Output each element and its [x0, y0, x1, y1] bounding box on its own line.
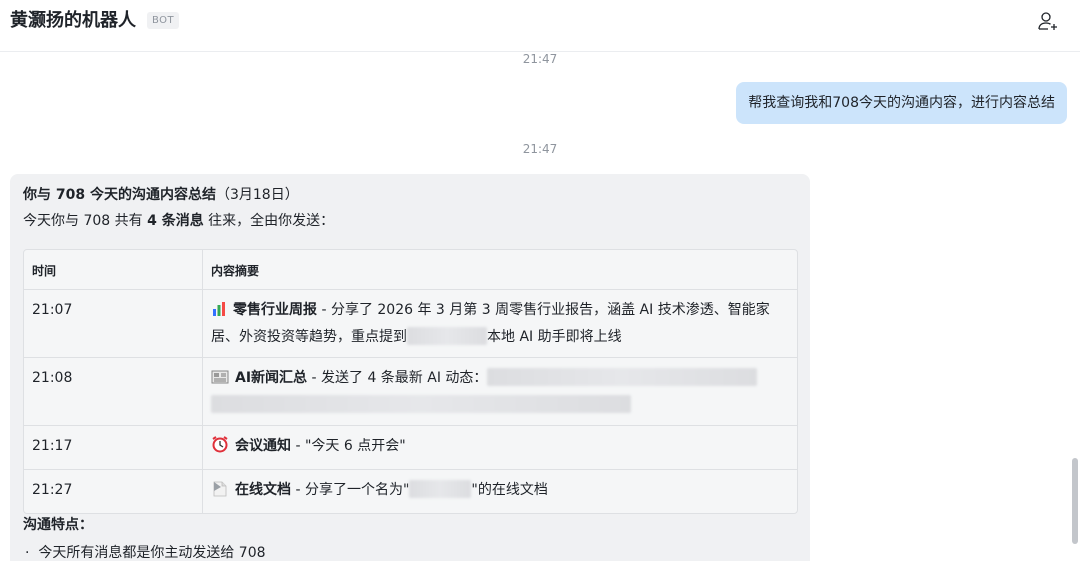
document-icon — [211, 481, 229, 505]
scrollbar-thumb[interactable] — [1072, 458, 1078, 544]
table-header-row: 时间 内容摘要 — [24, 250, 797, 290]
row-text-2: 本地 AI 助手即将上线 — [487, 329, 622, 345]
message-timestamp: 21:47 — [522, 52, 558, 66]
user-message-bubble[interactable]: 帮我查询我和708今天的沟通内容，进行内容总结 — [736, 82, 1067, 124]
row-text-2: "的在线文档 — [471, 482, 548, 498]
row-time: 21:27 — [24, 470, 203, 513]
summary-title-bold: 你与 708 今天的沟通内容总结 — [23, 187, 216, 203]
row-text: - 分享了一个名为" — [291, 482, 410, 498]
intro-text-end: 往来，全由你发送： — [203, 213, 335, 229]
row-title: 会议通知 — [235, 438, 291, 454]
message-timestamp: 21:47 — [522, 142, 558, 156]
row-text: - 发送了 4 条最新 AI 动态： — [307, 370, 488, 386]
row-summary: 会议通知 - "今天 6 点开会" — [203, 426, 797, 470]
alarm-clock-icon — [211, 435, 229, 461]
col-header-summary: 内容摘要 — [203, 250, 797, 290]
row-summary: AI新闻汇总 - 发送了 4 条最新 AI 动态： — [203, 358, 797, 426]
table-row: 21:07 零售行业周报 - 分享了 2026 年 3 月第 3 周零售行业报告… — [24, 290, 797, 358]
redacted-text — [487, 368, 758, 386]
bot-badge: BOT — [147, 12, 180, 29]
summary-title: 你与 708 今天的沟通内容总结（3月18日） — [23, 184, 299, 206]
bot-message-bubble[interactable]: 你与 708 今天的沟通内容总结（3月18日） 今天你与 708 共有 4 条消… — [10, 174, 810, 561]
message-list[interactable]: 21:47 帮我查询我和708今天的沟通内容，进行内容总结 21:47 你与 7… — [0, 52, 1080, 561]
table-row: 21:27 在线文档 - 分享了一个名为" "的在线文档 — [24, 470, 797, 513]
redacted-text — [407, 327, 487, 345]
row-time: 21:07 — [24, 290, 203, 358]
table-row: 21:08 AI新闻汇总 - 发送了 4 条最新 AI 动态： — [24, 358, 797, 426]
chat-header: 黄灏扬的机器人 BOT — [0, 0, 1080, 52]
row-summary: 零售行业周报 - 分享了 2026 年 3 月第 3 周零售行业报告，涵盖 AI… — [203, 290, 797, 358]
list-item-text: 今天所有消息都是你主动发送给 708 — [38, 545, 266, 561]
list-item: · 今天所有消息都是你主动发送给 708 — [25, 542, 266, 561]
row-time: 21:17 — [24, 426, 203, 470]
newspaper-icon — [211, 369, 229, 393]
summary-table: 时间 内容摘要 21:07 零售行业周报 - 分享了 2026 年 3 月第 3… — [23, 249, 798, 514]
col-header-time: 时间 — [24, 250, 203, 290]
row-text: - "今天 6 点开会" — [291, 438, 406, 454]
redacted-text — [409, 480, 472, 498]
features-heading: 沟通特点： — [23, 517, 93, 533]
intro-text: 今天你与 708 共有 — [23, 213, 148, 229]
chat-title: 黄灏扬的机器人 — [10, 10, 136, 31]
add-user-icon[interactable] — [1036, 10, 1060, 34]
row-time: 21:08 — [24, 358, 203, 426]
bullet-dot: · — [25, 545, 39, 561]
bar-chart-icon — [211, 301, 227, 325]
summary-title-date: （3月18日） — [215, 187, 299, 203]
redacted-text — [211, 395, 631, 413]
table-row: 21:17 会议通知 - "今天 6 点开会" — [24, 426, 797, 470]
summary-intro: 今天你与 708 共有 4 条消息 往来，全由你发送： — [23, 210, 334, 232]
row-summary: 在线文档 - 分享了一个名为" "的在线文档 — [203, 470, 797, 513]
intro-count: 4 条消息 — [147, 213, 204, 229]
row-title: AI新闻汇总 — [235, 370, 308, 386]
row-title: 零售行业周报 — [233, 302, 317, 318]
row-title: 在线文档 — [235, 482, 291, 498]
